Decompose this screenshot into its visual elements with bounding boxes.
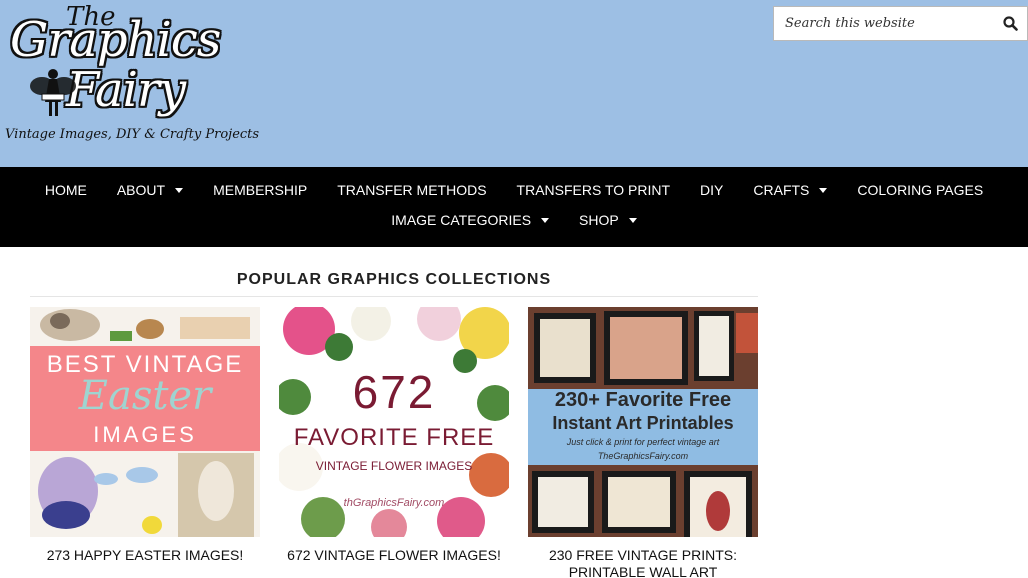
search-box: [773, 6, 1028, 41]
nav-label: IMAGE CATEGORIES: [391, 212, 532, 228]
flowers-collection-image[interactable]: 672 FAVORITE FREE VINTAGE FLOWER IMAGES …: [279, 307, 509, 537]
search-button[interactable]: [993, 7, 1027, 40]
thumb-text: 230+ Favorite Free: [554, 389, 732, 411]
chevron-down-icon: [819, 187, 828, 193]
section-title: POPULAR GRAPHICS COLLECTIONS: [236, 271, 552, 288]
nav-item-home[interactable]: HOME: [30, 181, 102, 199]
section-divider: [30, 296, 758, 297]
thumb-text: VINTAGE FLOWER IMAGES: [315, 459, 473, 473]
nav-item-transfers-to-print[interactable]: TRANSFERS TO PRINT: [502, 181, 686, 199]
thumb-text: IMAGES: [93, 422, 197, 447]
chevron-down-icon: [175, 187, 184, 193]
nav-label: DIY: [700, 182, 724, 198]
card-caption[interactable]: 273 HAPPY EASTER IMAGES!: [30, 547, 260, 564]
nav-item-image-categories[interactable]: IMAGE CATEGORIES: [376, 211, 564, 229]
nav-item-diy[interactable]: DIY: [685, 181, 738, 199]
nav-label: COLORING PAGES: [857, 182, 984, 198]
collection-card-easter[interactable]: BEST VINTAGE Easter IMAGES 273 HAPPY EAS…: [30, 307, 260, 564]
thumb-text: 672: [352, 366, 436, 418]
nav-row-2: IMAGE CATEGORIES SHOP: [0, 211, 1028, 229]
nav-item-coloring-pages[interactable]: COLORING PAGES: [842, 181, 998, 199]
search-icon: [1002, 16, 1018, 31]
nav-item-crafts[interactable]: CRAFTS: [738, 181, 842, 199]
chevron-down-icon: [628, 217, 637, 223]
nav-item-about[interactable]: ABOUT: [102, 181, 198, 199]
search-input[interactable]: [774, 7, 994, 40]
nav-label: TRANSFERS TO PRINT: [516, 182, 671, 198]
main-navigation: HOME ABOUT MEMBERSHIP TRANSFER METHODS T…: [0, 167, 1028, 247]
nav-label: HOME: [44, 182, 87, 198]
nav-label: TRANSFER METHODS: [337, 182, 487, 198]
prints-collection-image[interactable]: 230+ Favorite Free Instant Art Printable…: [528, 307, 758, 537]
nav-label: SHOP: [579, 212, 619, 228]
site-logo[interactable]: The Graphics Fairy Vintage Images, DIY &…: [0, 0, 262, 150]
collection-card-prints[interactable]: 230+ Favorite Free Instant Art Printable…: [528, 307, 758, 578]
nav-label: ABOUT: [116, 182, 166, 198]
site-header: The Graphics Fairy Vintage Images, DIY &…: [0, 0, 1028, 167]
card-caption[interactable]: 672 VINTAGE FLOWER IMAGES!: [279, 547, 509, 564]
nav-item-transfer-methods[interactable]: TRANSFER METHODS: [322, 181, 501, 199]
nav-item-shop[interactable]: SHOP: [564, 211, 652, 229]
nav-label: CRAFTS: [753, 182, 810, 198]
fairy-silhouette-icon: [30, 69, 76, 116]
logo-title-graphics: Graphics: [10, 12, 221, 68]
collection-card-flowers[interactable]: 672 FAVORITE FREE VINTAGE FLOWER IMAGES …: [279, 307, 509, 564]
chevron-down-icon: [541, 217, 550, 223]
thumb-text: Easter: [78, 373, 212, 419]
thumb-text: Just click & print for perfect vintage a…: [566, 437, 720, 447]
thumb-text: FAVORITE FREE: [293, 424, 495, 451]
thumb-text: Instant Art Printables: [552, 413, 734, 433]
logo-tagline: Vintage Images, DIY & Crafty Projects: [5, 127, 260, 142]
nav-item-membership[interactable]: MEMBERSHIP: [198, 181, 322, 199]
easter-collection-image[interactable]: BEST VINTAGE Easter IMAGES: [30, 307, 260, 537]
nav-row-1: HOME ABOUT MEMBERSHIP TRANSFER METHODS T…: [0, 181, 1028, 199]
thumb-watermark: thGraphicsFairy.com: [343, 497, 445, 509]
logo-title-fairy: Fairy: [66, 62, 186, 118]
card-caption[interactable]: 230 FREE VINTAGE PRINTS: PRINTABLE WALL …: [528, 547, 758, 578]
nav-label: MEMBERSHIP: [213, 182, 308, 198]
thumb-text: TheGraphicsFairy.com: [597, 451, 689, 461]
